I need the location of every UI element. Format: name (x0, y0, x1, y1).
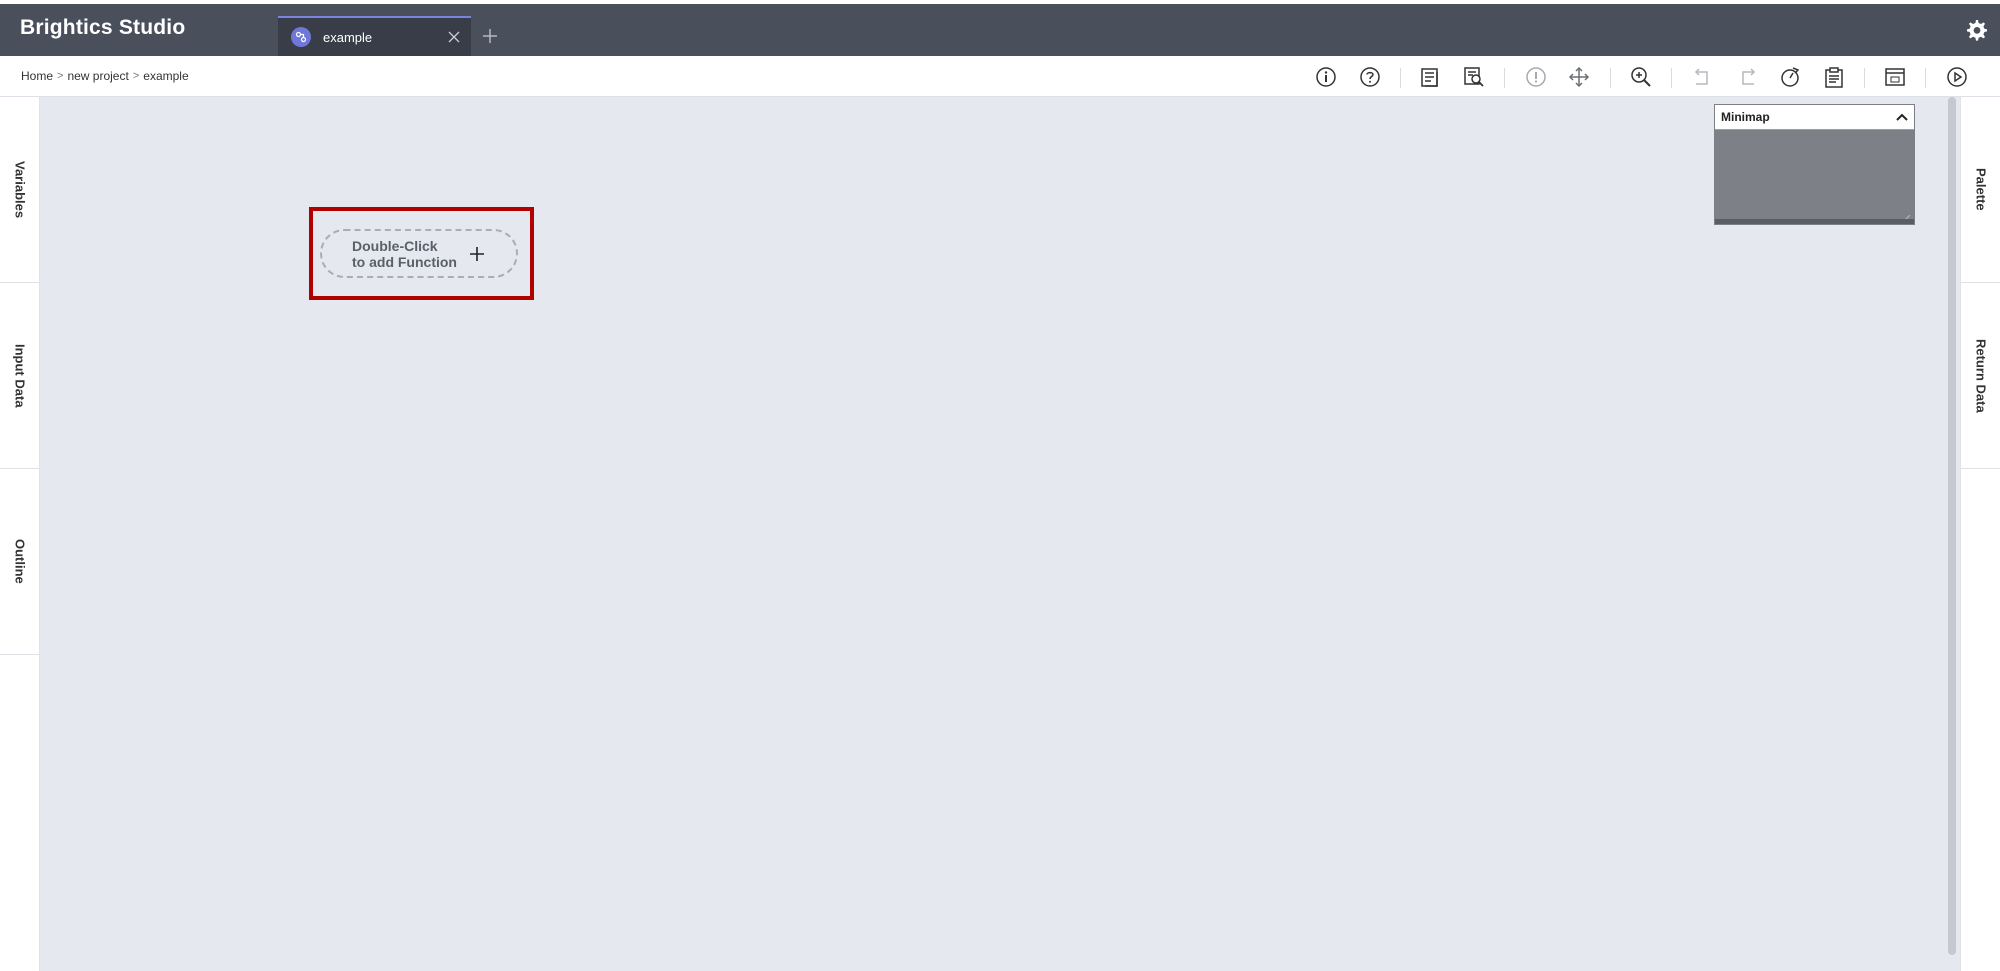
chevron-right-icon: > (57, 70, 64, 82)
tab-label: example (323, 29, 373, 45)
vertical-scrollbar[interactable] (1948, 97, 1956, 955)
panel-tab-outline[interactable]: Outline (0, 469, 40, 655)
minimap-header[interactable]: Minimap (1715, 105, 1914, 130)
panel-tab-variables[interactable]: Variables (0, 97, 40, 283)
add-function-line1: Double-Click (352, 237, 438, 254)
gear-icon[interactable] (1964, 18, 1988, 42)
close-icon[interactable] (447, 30, 461, 44)
panel-tab-label: Return Data (1973, 338, 1989, 413)
history-icon[interactable] (1777, 64, 1803, 90)
add-function-text: Double-Click to add Function (352, 238, 457, 270)
minimap-title: Minimap (1721, 110, 1770, 124)
calendar-icon[interactable] (1882, 64, 1908, 90)
plus-icon (468, 245, 486, 263)
breadcrumb-model: example (143, 69, 189, 83)
right-panel-rail: Palette Return Data (1960, 97, 2000, 971)
toolbar-divider (1400, 68, 1401, 88)
top-bar: Brightics Studio example (0, 0, 2000, 56)
panel-tab-return-data[interactable]: Return Data (1961, 283, 2000, 469)
toolbar-divider (1671, 68, 1672, 88)
model-icon (291, 27, 311, 47)
info-icon[interactable] (1313, 64, 1339, 90)
panel-tab-palette[interactable]: Palette (1961, 97, 2000, 283)
chevron-right-icon: > (132, 70, 140, 82)
panel-tab-label: Input Data (12, 343, 28, 408)
breadcrumb-home[interactable]: Home (21, 69, 53, 83)
tab-example[interactable]: example (278, 16, 471, 56)
run-icon[interactable] (1944, 64, 1970, 90)
app-brand: Brightics Studio (20, 16, 186, 39)
chevron-up-icon[interactable] (1896, 112, 1908, 122)
move-icon[interactable] (1566, 64, 1592, 90)
breadcrumb: Home > new project > example (21, 69, 189, 83)
panel-tab-label: Palette (1973, 168, 1989, 211)
clipboard-icon[interactable] (1821, 64, 1847, 90)
panel-tab-label: Outline (12, 539, 28, 584)
toolbar: Home > new project > example (0, 56, 2000, 97)
add-function-line2: to add Function (352, 253, 457, 270)
toolbar-divider (1925, 68, 1926, 88)
resize-handle-icon[interactable] (1901, 210, 1911, 224)
minimap-footer (1715, 219, 1914, 224)
toolbar-divider (1610, 68, 1611, 88)
panel-tab-input-data[interactable]: Input Data (0, 283, 40, 469)
add-function-placeholder[interactable]: Double-Click to add Function (320, 229, 518, 278)
warning-icon[interactable] (1523, 64, 1549, 90)
left-panel-rail: Variables Input Data Outline (0, 97, 40, 971)
checklist-icon[interactable] (1417, 64, 1443, 90)
undo-icon[interactable] (1690, 64, 1716, 90)
redo-icon[interactable] (1734, 64, 1760, 90)
add-tab-button[interactable] (472, 18, 508, 54)
help-icon[interactable] (1357, 64, 1383, 90)
report-icon[interactable] (1461, 64, 1487, 90)
zoom-icon[interactable] (1628, 64, 1654, 90)
toolbar-divider (1504, 68, 1505, 88)
panel-tab-label: Variables (12, 160, 28, 219)
breadcrumb-project[interactable]: new project (67, 69, 128, 83)
minimap: Minimap (1714, 104, 1915, 225)
plus-icon (483, 29, 497, 43)
toolbar-divider (1864, 68, 1865, 88)
